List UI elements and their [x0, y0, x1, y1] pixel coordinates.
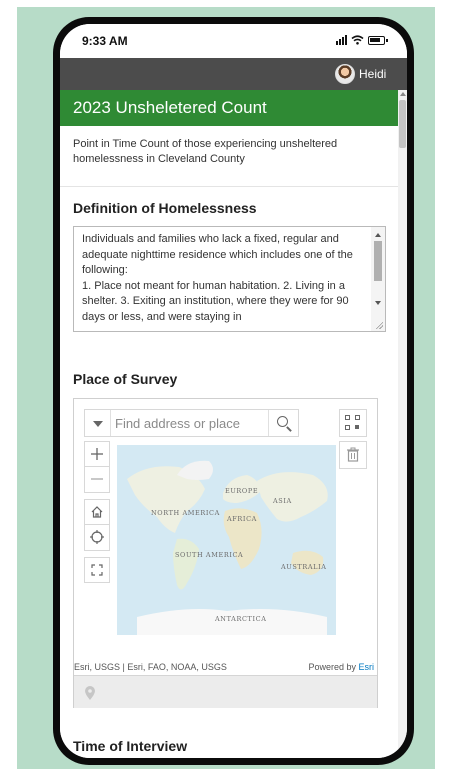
powered-by-text: Powered by	[308, 662, 356, 672]
attribution-text: Esri, USGS | Esri, FAO, NOAA, USGS	[74, 662, 227, 672]
time-label: Time of Interview	[73, 738, 188, 754]
home-icon[interactable]	[84, 499, 110, 525]
map-label-europe: EUROPE	[225, 487, 258, 495]
location-bar[interactable]	[74, 675, 377, 708]
battery-icon	[368, 35, 388, 45]
form-header: 2023 Unsheletered Count	[60, 90, 398, 126]
user-name[interactable]: Heidi	[359, 67, 386, 81]
qr-code-icon[interactable]	[339, 409, 367, 437]
wifi-icon	[351, 35, 364, 45]
map-label-asia: ASIA	[272, 497, 292, 505]
search-input[interactable]	[115, 410, 265, 436]
status-icons	[336, 34, 388, 46]
scroll-up-icon[interactable]	[400, 92, 406, 96]
world-map[interactable]: NORTH AMERICA EUROPE ASIA AFRICA SOUTH A…	[117, 445, 336, 635]
status-bar: 9:33 AM	[60, 24, 407, 58]
search-source-dropdown[interactable]	[85, 410, 111, 436]
definition-label: Definition of Homelessness	[73, 200, 257, 216]
page-scroll-thumb[interactable]	[399, 100, 406, 148]
map-label-africa: AFRICA	[226, 515, 257, 523]
map-search-bar	[84, 409, 299, 437]
form-description: Point in Time Count of those experiencin…	[73, 138, 338, 165]
powered-by: Powered by Esri	[308, 662, 374, 672]
world-map-graphic: NORTH AMERICA EUROPE ASIA AFRICA SOUTH A…	[117, 445, 336, 635]
status-time: 9:33 AM	[82, 34, 128, 48]
signal-icon	[336, 35, 347, 45]
page-scrollbar[interactable]	[398, 90, 407, 758]
search-icon[interactable]	[268, 410, 298, 436]
esri-link[interactable]: Esri	[359, 662, 375, 672]
scroll-down-icon[interactable]	[375, 301, 381, 305]
zoom-out-button[interactable]	[84, 467, 110, 493]
textarea-scrollbar[interactable]	[371, 227, 385, 331]
map-widget: NORTH AMERICA EUROPE ASIA AFRICA SOUTH A…	[73, 398, 378, 708]
definition-text: Individuals and families who lack a fixe…	[82, 233, 353, 323]
locate-icon[interactable]	[84, 525, 110, 551]
form-scroll-area[interactable]: 2023 Unsheletered Count Point in Time Co…	[60, 90, 398, 758]
fullscreen-icon[interactable]	[84, 557, 110, 583]
trash-icon[interactable]	[339, 441, 367, 469]
textarea-scroll-thumb[interactable]	[374, 241, 382, 281]
map-label-south-america: SOUTH AMERICA	[175, 551, 243, 559]
phone-screen: 9:33 AM Heidi 2023 Unsheletered Count Po…	[60, 24, 407, 758]
map-label-australia: AUSTRALIA	[280, 563, 327, 571]
place-label: Place of Survey	[73, 371, 178, 387]
zoom-in-button[interactable]	[84, 441, 110, 467]
avatar[interactable]	[335, 64, 355, 84]
scroll-up-icon[interactable]	[375, 233, 381, 237]
user-bar: Heidi	[60, 58, 407, 90]
definition-textarea[interactable]: Individuals and families who lack a fixe…	[73, 226, 386, 332]
resize-grip-icon[interactable]	[375, 321, 383, 329]
form-title: 2023 Unsheletered Count	[73, 98, 267, 117]
map-label-north-america: NORTH AMERICA	[151, 509, 220, 517]
phone-frame: 9:33 AM Heidi 2023 Unsheletered Count Po…	[53, 17, 414, 765]
location-pin-icon	[85, 686, 95, 700]
divider	[60, 186, 398, 187]
map-label-antarctica: ANTARCTICA	[214, 615, 267, 623]
